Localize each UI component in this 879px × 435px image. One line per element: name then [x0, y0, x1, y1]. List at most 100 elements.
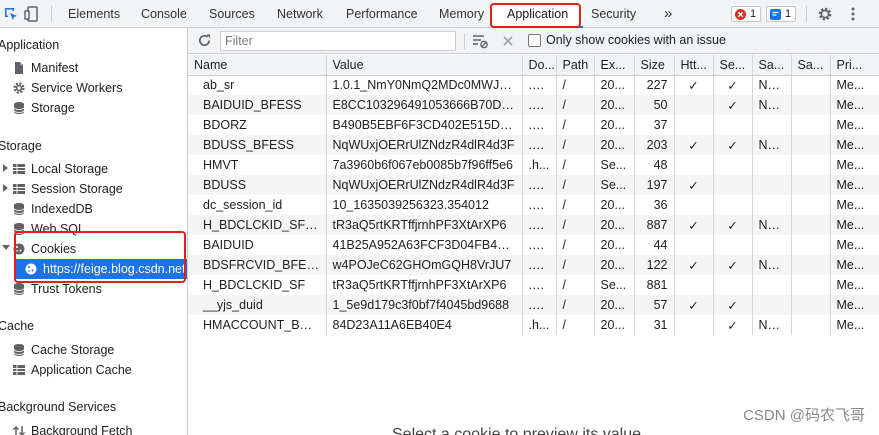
devtools-tab-bar: Elements Console Sources Network Perform…	[0, 0, 879, 28]
cell-name: H_BDCLCKID_SF	[188, 275, 327, 295]
column-header-secure[interactable]: Se...	[713, 55, 753, 76]
cell-name: H_BDCLCKID_SF_BFESS	[188, 215, 327, 235]
cell-value: 7a3960b6f067eb0085b7f96ff5e6	[326, 155, 523, 175]
refresh-icon[interactable]	[197, 33, 212, 48]
column-header-value[interactable]: Value	[326, 55, 523, 76]
table-row[interactable]: HMACCOUNT_BFESS 84D23A11A6EB40E4 .h.../20.…	[188, 315, 879, 335]
cell-path: /	[556, 175, 595, 195]
sidebar-item-label: Manifest	[31, 61, 79, 75]
cell-secure	[713, 155, 753, 175]
cell-sameparty	[791, 135, 831, 155]
tab-security[interactable]: Security	[591, 0, 636, 28]
cell-name: BDUSS	[188, 175, 327, 195]
tab-sources[interactable]: Sources	[209, 0, 255, 28]
cell-samesite: None	[752, 315, 792, 335]
sidebar-item-cookie-origin[interactable]: https://feige.blog.csdn.net	[16, 259, 187, 279]
cell-path: /	[556, 275, 595, 295]
column-header-path[interactable]: Path	[556, 55, 595, 76]
cell-name: BAIDUID	[188, 235, 327, 255]
table-row[interactable]: BAIDUID_BFESS E8CC103296491053666B70DF5 .b…	[188, 95, 879, 115]
tab-performance[interactable]: Performance	[346, 0, 418, 28]
tab-network[interactable]: Network	[277, 0, 323, 28]
cell-secure: ✓	[713, 75, 753, 95]
cell-samesite: None	[752, 255, 792, 275]
sidebar-item-label: Trust Tokens	[31, 282, 102, 296]
filter-input[interactable]	[220, 31, 456, 51]
column-header-name[interactable]: Name	[188, 55, 327, 76]
gear-icon[interactable]	[817, 6, 833, 22]
tab-application[interactable]: Application	[492, 0, 584, 28]
table-row[interactable]: BAIDUID 41B25A952A63FCF3D04FB4BE7 .ba.../2…	[188, 235, 879, 255]
cell-domain: .ba...	[522, 135, 557, 155]
cell-size: 48	[634, 155, 675, 175]
column-header-httponly[interactable]: Htt...	[674, 55, 714, 76]
table-row[interactable]: BDORZ B490B5EBF6F3CD402E515D22B .ba.../20.…	[188, 115, 879, 135]
cell-httponly: ✓	[674, 215, 714, 235]
messages-badge[interactable]: 1	[766, 6, 797, 22]
sync-arrows-icon	[12, 425, 26, 435]
clear-filtered-cookies-icon[interactable]	[472, 33, 488, 49]
expand-arrow-icon[interactable]	[3, 184, 8, 192]
only-issue-checkbox[interactable]	[528, 34, 541, 47]
cell-domain: .ba...	[522, 235, 557, 255]
column-header-samesite[interactable]: Sa...	[752, 55, 792, 76]
cell-value: NqWUxjOERrUlZNdzR4dlR4d3F	[326, 175, 523, 195]
tab-memory[interactable]: Memory	[439, 0, 484, 28]
cell-sameparty	[791, 295, 831, 315]
cell-samesite: None	[752, 135, 792, 155]
cell-size: 122	[634, 255, 675, 275]
expand-arrow-icon[interactable]	[3, 164, 8, 172]
column-header-size[interactable]: Size	[634, 55, 675, 76]
cell-value: tR3aQ5rtKRTffjrnhPF3XtArXP6	[326, 215, 523, 235]
table-row[interactable]: BDSFRCVID_BFESS w4POJeC62GHOmGQH8VrJU7 .ba…	[188, 255, 879, 275]
sidebar-section-storage: Storage	[0, 139, 42, 153]
table-row[interactable]: __yjs_duid 1_5e9d179c3f0bf7f4045bd9688 .ba…	[188, 295, 879, 315]
more-tabs-button[interactable]: »	[664, 0, 672, 28]
cell-path: /	[556, 255, 595, 275]
column-header-expires[interactable]: Ex...	[594, 55, 635, 76]
sidebar-item-label: Background Fetch	[31, 424, 133, 435]
cell-value: tR3aQ5rtKRTffjrnhPF3XtArXP6	[326, 275, 523, 295]
cell-name: BDUSS_BFESS	[188, 135, 327, 155]
inspect-element-icon[interactable]	[3, 6, 19, 22]
cell-priority: Me...	[830, 235, 879, 255]
cell-size: 57	[634, 295, 675, 315]
column-header-priority[interactable]: Pri...	[830, 55, 879, 76]
cell-samesite	[752, 275, 792, 295]
table-row[interactable]: ab_sr 1.0.1_NmY0NmQ2MDc0MWJmN .ba.../20...…	[188, 75, 879, 95]
table-row[interactable]: BDUSS NqWUxjOERrUlZNdzR4dlR4d3F .ba... / Se.…	[188, 175, 879, 195]
cell-expires: 20...	[594, 135, 635, 155]
cell-size: 227	[634, 75, 675, 95]
table-row[interactable]: BDUSS_BFESS NqWUxjOERrUlZNdzR4dlR4d3F .ba.…	[188, 135, 879, 155]
close-icon[interactable]	[502, 35, 514, 47]
table-row[interactable]: H_BDCLCKID_SF tR3aQ5rtKRTffjrnhPF3XtArXP6…	[188, 275, 879, 295]
column-header-sameparty[interactable]: Sa...	[791, 55, 831, 76]
only-issue-label: Only show cookies with an issue	[546, 33, 726, 47]
table-row[interactable]: dc_session_id 10_1635039256323.354012 .cs.…	[188, 195, 879, 215]
cell-priority: Me...	[830, 135, 879, 155]
table-row[interactable]: HMVT 7a3960b6f067eb0085b7f96ff5e6 .h... / Se…	[188, 155, 879, 175]
cell-size: 881	[634, 275, 675, 295]
cell-expires: Se...	[594, 155, 635, 175]
cell-secure: ✓	[713, 135, 753, 155]
cell-name: BAIDUID_BFESS	[188, 95, 327, 115]
cookies-table: Name Value Do... Path Ex... Size Htt... …	[188, 55, 879, 435]
cell-size: 203	[634, 135, 675, 155]
collapse-arrow-icon[interactable]	[2, 245, 10, 250]
cell-expires: 20...	[594, 115, 635, 135]
device-toolbar-icon[interactable]	[24, 6, 40, 22]
column-header-domain[interactable]: Do...	[522, 55, 557, 76]
table-row[interactable]: H_BDCLCKID_SF_BFESStR3aQ5rtKRTffjrnhPF3X…	[188, 215, 879, 235]
tab-console[interactable]: Console	[141, 0, 187, 28]
more-options-icon[interactable]	[845, 6, 861, 22]
cell-domain: .ba...	[522, 275, 557, 295]
cell-httponly	[674, 315, 714, 335]
sidebar-item-label: Web SQL	[31, 222, 85, 236]
cell-value: 1.0.1_NmY0NmQ2MDc0MWJmN	[326, 75, 523, 95]
cell-httponly: ✓	[674, 135, 714, 155]
errors-badge[interactable]: 1	[731, 6, 762, 22]
tab-elements[interactable]: Elements	[68, 0, 120, 28]
cell-expires: 20...	[594, 75, 635, 95]
cell-expires: Se...	[594, 175, 635, 195]
cell-samesite	[752, 295, 792, 315]
